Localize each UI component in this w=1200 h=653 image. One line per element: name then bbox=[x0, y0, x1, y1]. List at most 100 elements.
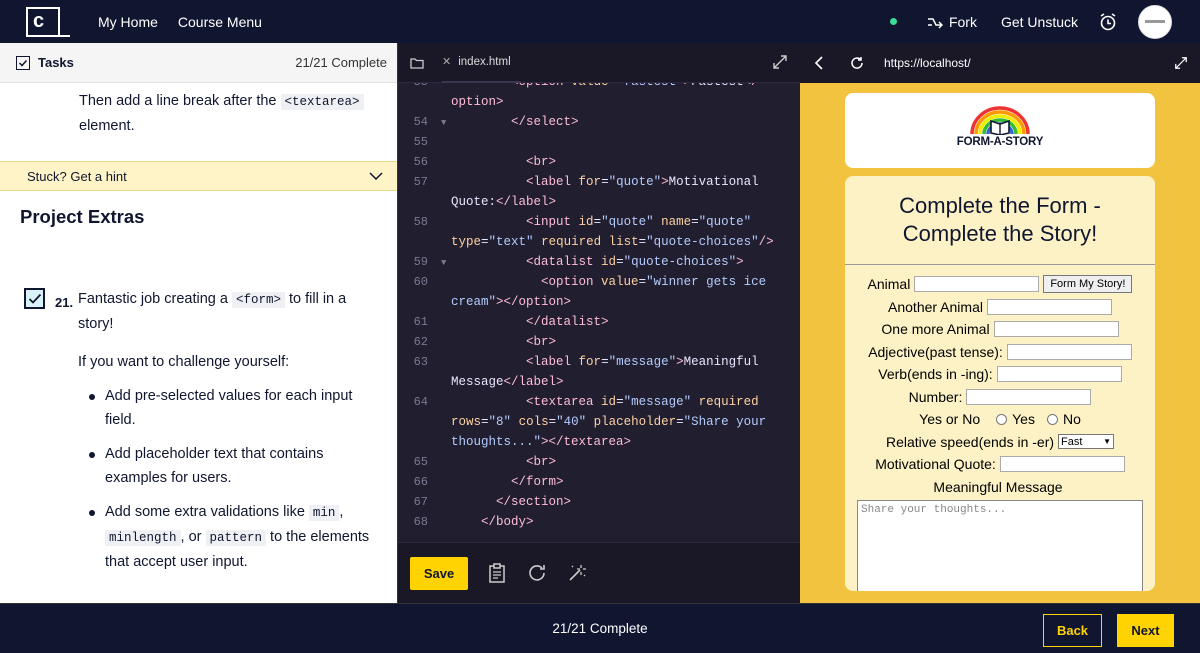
quote-label: Motivational Quote: bbox=[875, 456, 996, 473]
save-button[interactable]: Save bbox=[410, 556, 468, 590]
tasks-header[interactable]: Tasks 21/21 Complete bbox=[0, 43, 397, 83]
code-line[interactable]: rows="8" cols="40" placeholder="Share yo… bbox=[398, 415, 800, 435]
code-line[interactable]: 53 <option value="fastest">Fastest</ bbox=[398, 83, 800, 95]
code-line[interactable]: 58 <input id="quote" name="quote" bbox=[398, 215, 800, 235]
reload-icon[interactable] bbox=[850, 56, 864, 70]
magic-wand-icon[interactable] bbox=[566, 562, 588, 584]
code-line[interactable]: 55 bbox=[398, 135, 800, 155]
code-text: Quote:</label> bbox=[451, 195, 557, 209]
adjective-label: Adjective(past tense): bbox=[868, 343, 1003, 360]
task-checkbox[interactable] bbox=[24, 288, 45, 309]
footer-bar: 21/21 Complete Back Next bbox=[0, 603, 1200, 653]
my-home-link[interactable]: My Home bbox=[98, 14, 158, 30]
user-avatar[interactable] bbox=[1138, 4, 1172, 39]
number-input[interactable] bbox=[966, 388, 1092, 405]
code-line[interactable]: 60 <option value="winner gets ice bbox=[398, 275, 800, 295]
one-more-animal-row: One more Animal bbox=[845, 318, 1155, 341]
tasks-progress: 21/21 Complete bbox=[295, 55, 387, 70]
tab-index-html[interactable]: ✕ index.html bbox=[442, 43, 521, 83]
code-line[interactable]: 65 <br> bbox=[398, 455, 800, 475]
bullet3-text-a: Add some extra validations like bbox=[105, 504, 309, 520]
speed-select[interactable]: Fast ▼ bbox=[1058, 434, 1115, 450]
clipboard-icon[interactable] bbox=[486, 562, 508, 584]
code-area[interactable]: 53 <option value="fastest">Fastest</opti… bbox=[398, 83, 800, 542]
get-unstuck-button[interactable]: Get Unstuck bbox=[1001, 14, 1078, 30]
next-button[interactable]: Next bbox=[1117, 614, 1174, 647]
fold-arrow-icon[interactable]: ▼ bbox=[441, 258, 446, 268]
code-line[interactable]: 68 </body> bbox=[398, 515, 800, 535]
back-arrow-icon[interactable] bbox=[814, 56, 824, 70]
code-text: Message</label> bbox=[451, 375, 564, 389]
line-number: 65 bbox=[413, 455, 428, 469]
fork-button[interactable]: Fork bbox=[927, 14, 977, 30]
line-number: 57 bbox=[413, 175, 428, 189]
line-number: 62 bbox=[413, 335, 428, 349]
alarm-clock-icon[interactable] bbox=[1098, 12, 1118, 32]
form-my-story-button[interactable]: Form My Story! bbox=[1043, 275, 1133, 294]
verb-input[interactable] bbox=[996, 366, 1122, 383]
section-heading: Project Extras bbox=[20, 206, 145, 227]
code-line[interactable]: 66 </form> bbox=[398, 475, 800, 495]
adjective-input[interactable] bbox=[1006, 343, 1132, 360]
task-number: 21. bbox=[55, 295, 74, 310]
form-title-line: Complete the Story! bbox=[902, 221, 1098, 246]
editor-toolbar: Save bbox=[398, 542, 801, 603]
list-item: Add placeholder text that contains examp… bbox=[78, 442, 384, 490]
code-text: </datalist> bbox=[526, 315, 609, 329]
another-animal-row: Another Animal bbox=[845, 296, 1155, 319]
one-more-animal-input[interactable] bbox=[993, 321, 1119, 338]
line-number: 60 bbox=[413, 275, 428, 289]
code-line[interactable]: 64 <textarea id="message" required bbox=[398, 395, 800, 415]
code-line[interactable]: 59 ▼ <datalist id="quote-choices"> bbox=[398, 255, 800, 275]
code-line[interactable]: cream"></option> bbox=[398, 295, 800, 315]
no-radio[interactable] bbox=[1046, 413, 1058, 425]
hint-toggle[interactable]: Stuck? Get a hint bbox=[0, 161, 397, 191]
instructions-panel: Tasks 21/21 Complete Then add a line bre… bbox=[0, 43, 397, 603]
online-status-dot bbox=[889, 18, 897, 25]
code-text: <label for="message">Meaningful bbox=[526, 355, 759, 369]
prev-code: <textarea> bbox=[280, 94, 364, 110]
course-menu-link[interactable]: Course Menu bbox=[178, 14, 262, 30]
number-label: Number: bbox=[908, 388, 963, 405]
task-item: 21. Fantastic job creating a <form> to f… bbox=[24, 287, 384, 584]
message-textarea[interactable]: Share your thoughts... bbox=[857, 500, 1143, 591]
adjective-row: Adjective(past tense): bbox=[845, 341, 1155, 364]
code-line[interactable]: 63 <label for="message">Meaningful bbox=[398, 355, 800, 375]
code-line[interactable]: 62 <br> bbox=[398, 335, 800, 355]
expand-icon[interactable] bbox=[1174, 56, 1188, 70]
code-text: <br> bbox=[526, 335, 557, 349]
challenge-text: If you want to challenge yourself: bbox=[78, 354, 290, 370]
code-line[interactable]: 57 <label for="quote">Motivational bbox=[398, 175, 800, 195]
code-line[interactable]: Quote:</label> bbox=[398, 195, 800, 215]
animal-input[interactable] bbox=[914, 276, 1040, 293]
code-line[interactable]: type="text" required list="quote-choices… bbox=[398, 235, 800, 255]
separator: , or bbox=[180, 529, 206, 545]
refresh-icon[interactable] bbox=[526, 562, 548, 584]
number-row: Number: bbox=[845, 386, 1155, 409]
fold-arrow-icon[interactable]: ▼ bbox=[441, 118, 446, 128]
code-text: <option value="winner gets ice bbox=[541, 275, 767, 289]
speed-label: Relative speed(ends in -er) bbox=[885, 433, 1055, 450]
code-line[interactable]: thoughts..."></textarea> bbox=[398, 435, 800, 455]
line-number: 61 bbox=[413, 315, 428, 329]
code-line[interactable]: 54 ▼ </select> bbox=[398, 115, 800, 135]
rainbow-book-logo bbox=[970, 106, 1030, 135]
code-editor: ✕ index.html 53 <option value="fastest">… bbox=[397, 43, 801, 603]
code-line[interactable]: 56 <br> bbox=[398, 155, 800, 175]
quote-input[interactable] bbox=[999, 456, 1125, 473]
code-line[interactable]: option> bbox=[398, 95, 800, 115]
nav-right-group: Fork Get Unstuck bbox=[889, 4, 1200, 39]
code-line[interactable]: Message</label> bbox=[398, 375, 800, 395]
close-icon[interactable]: ✕ bbox=[442, 55, 451, 68]
another-animal-input[interactable] bbox=[986, 298, 1112, 315]
yes-radio[interactable] bbox=[996, 413, 1008, 425]
url-bar[interactable]: https://localhost/ bbox=[884, 56, 971, 70]
code-text: cream"></option> bbox=[451, 295, 572, 309]
back-button[interactable]: Back bbox=[1043, 614, 1102, 647]
codecademy-logo[interactable]: c bbox=[26, 6, 70, 37]
chevron-down-icon bbox=[369, 172, 383, 180]
code-line[interactable]: 61 </datalist> bbox=[398, 315, 800, 335]
code-line[interactable]: 67 </section> bbox=[398, 495, 800, 515]
expand-icon[interactable] bbox=[772, 54, 788, 70]
folder-icon[interactable] bbox=[410, 57, 424, 69]
